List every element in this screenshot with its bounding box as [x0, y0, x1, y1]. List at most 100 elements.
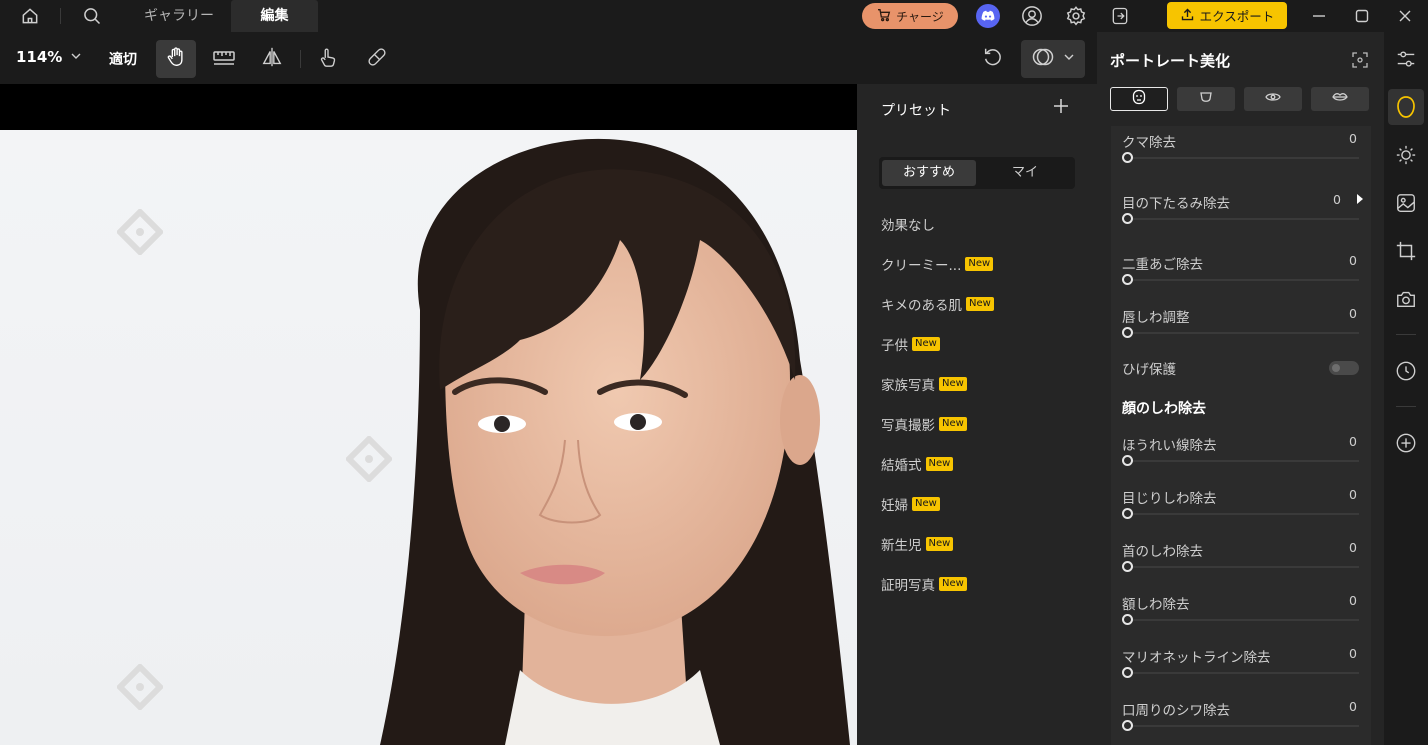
preset-item[interactable]: 子供 New: [881, 334, 940, 354]
undo-button[interactable]: [973, 40, 1013, 78]
slider-track[interactable]: [1127, 157, 1359, 159]
preset-item[interactable]: 証明写真 New: [881, 574, 967, 594]
minimize-icon[interactable]: [1307, 4, 1331, 28]
slider-knob[interactable]: [1122, 720, 1133, 731]
sun-icon[interactable]: [1388, 137, 1424, 173]
slider-track[interactable]: [1127, 279, 1359, 281]
tab-lips[interactable]: [1311, 87, 1369, 111]
new-badge: New: [912, 337, 940, 351]
search-icon[interactable]: [80, 4, 104, 28]
crop-icon[interactable]: [1388, 233, 1424, 269]
slider-knob[interactable]: [1122, 614, 1133, 625]
tab-face-shape[interactable]: [1177, 87, 1235, 111]
segment-mine[interactable]: マイ: [978, 160, 1072, 186]
preset-item[interactable]: 家族写真 New: [881, 374, 967, 394]
slider-knob[interactable]: [1122, 274, 1133, 285]
discord-icon[interactable]: [976, 4, 1000, 28]
preset-item[interactable]: 結婚式 New: [881, 454, 954, 474]
slider-knob[interactable]: [1122, 667, 1133, 678]
tab-face-skin[interactable]: [1110, 87, 1168, 111]
preset-item[interactable]: 新生児 New: [881, 534, 954, 554]
flip-tool[interactable]: [252, 40, 292, 78]
sliders-icon[interactable]: [1388, 41, 1424, 77]
login-icon[interactable]: [1108, 4, 1132, 28]
slider-track[interactable]: [1127, 619, 1359, 621]
export-button[interactable]: エクスポート: [1167, 2, 1287, 29]
slider-label: 唇しわ調整: [1122, 310, 1190, 326]
slider-track[interactable]: [1127, 513, 1359, 515]
slider-knob[interactable]: [1122, 152, 1133, 163]
adjustment-scroll-area[interactable]: クマ除去 0 目の下たるみ除去 0 二重あご除去 0 唇しわ調整 0 ひげ保護 顔のしわ除去 …: [1111, 126, 1371, 745]
beard-protect-row: ひげ保護: [1111, 358, 1371, 382]
slider-knob[interactable]: [1122, 508, 1133, 519]
preset-panel: プリセット おすすめ マイ 効果なし クリーミー... New キメのある肌 New 子供…: [857, 84, 1097, 745]
slider-track[interactable]: [1127, 332, 1359, 334]
slider-knob[interactable]: [1122, 561, 1133, 572]
maximize-icon[interactable]: [1350, 4, 1374, 28]
account-icon[interactable]: [1020, 4, 1044, 28]
portrait-icon[interactable]: [1388, 89, 1424, 125]
edit-toolbar: 114% 適切: [0, 32, 1097, 84]
plus-icon[interactable]: [1051, 96, 1071, 116]
slider-value: 0: [1349, 487, 1357, 502]
slider-knob[interactable]: [1122, 455, 1133, 466]
compare-button[interactable]: [1021, 40, 1085, 78]
new-badge: New: [939, 577, 967, 591]
ruler-icon: [212, 46, 236, 72]
beard-protect-toggle[interactable]: [1329, 361, 1359, 375]
slider-row: 目の下たるみ除去 0: [1111, 192, 1371, 232]
expand-arrow-icon[interactable]: [1357, 194, 1363, 204]
beard-protect-label: ひげ保護: [1122, 362, 1176, 378]
preset-item[interactable]: クリーミー... New: [881, 254, 994, 274]
preset-item[interactable]: 写真撮影 New: [881, 414, 967, 434]
slider-track[interactable]: [1127, 566, 1359, 568]
fit-button[interactable]: 適切: [109, 49, 137, 69]
slider-track[interactable]: [1127, 460, 1359, 462]
slider-label: マリオネットライン除去: [1122, 650, 1271, 666]
chevron-down-icon: [70, 48, 82, 66]
slider-knob[interactable]: [1122, 327, 1133, 338]
fullscreen-icon[interactable]: [1351, 51, 1369, 69]
tab-gallery[interactable]: ギャラリー: [132, 0, 226, 32]
slider-row: 唇しわ調整 0: [1111, 306, 1371, 346]
preset-label: 効果なし: [881, 218, 935, 234]
ruler-tool[interactable]: [204, 40, 244, 78]
slider-track[interactable]: [1127, 672, 1359, 674]
tab-edit[interactable]: 編集: [231, 0, 318, 32]
touch-tool[interactable]: [308, 40, 348, 78]
bandage-tool[interactable]: [357, 40, 397, 78]
image-icon[interactable]: [1388, 185, 1424, 221]
segment-recommended[interactable]: おすすめ: [882, 160, 976, 186]
new-badge: New: [939, 377, 967, 391]
watermark-icon: [117, 209, 163, 255]
adjustment-panel: ポートレート美化 クマ除去 0 目の下たるみ除去 0 二重あご除去 0 唇しわ調整 0 ひげ保…: [1097, 32, 1384, 745]
home-icon[interactable]: [18, 4, 42, 28]
settings-icon[interactable]: [1064, 4, 1088, 28]
zoom-value: 114%: [16, 48, 63, 66]
slider-knob[interactable]: [1122, 213, 1133, 224]
hand-tool[interactable]: [156, 40, 196, 78]
preset-label: 証明写真: [881, 578, 935, 594]
close-icon[interactable]: [1393, 4, 1417, 28]
camera-icon[interactable]: [1388, 281, 1424, 317]
add-circle-icon[interactable]: [1388, 425, 1424, 461]
slider-label: 目じりしわ除去: [1122, 491, 1217, 507]
upload-icon: [1180, 7, 1195, 25]
eye-icon: [1264, 90, 1282, 108]
slider-value: 0: [1349, 699, 1357, 714]
slider-value: 0: [1349, 593, 1357, 608]
preset-item[interactable]: 妊婦 New: [881, 494, 940, 514]
history-icon[interactable]: [1388, 353, 1424, 389]
preset-label: クリーミー...: [881, 258, 962, 274]
preset-item[interactable]: 効果なし: [881, 214, 935, 234]
slider-track[interactable]: [1127, 218, 1359, 220]
slider-label: 額しわ除去: [1122, 597, 1190, 613]
slider-track[interactable]: [1127, 725, 1359, 727]
tab-eyes[interactable]: [1244, 87, 1302, 111]
charge-button[interactable]: チャージ: [862, 3, 958, 29]
zoom-dropdown[interactable]: 114%: [16, 48, 82, 66]
slider-label: ほうれい線除去: [1122, 438, 1217, 454]
preset-item[interactable]: キメのある肌 New: [881, 294, 994, 314]
watermark-icon: [346, 436, 392, 482]
image-canvas[interactable]: [0, 84, 857, 745]
